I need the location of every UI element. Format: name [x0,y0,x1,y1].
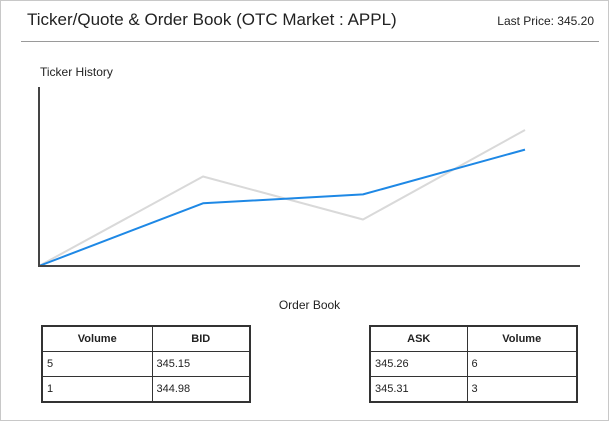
series-layer [38,129,526,267]
table-header-row: ASK Volume [369,325,578,352]
table-row: 345.26 6 [369,351,578,377]
series-line-0 [38,148,526,267]
order-book-panel: Ticker/Quote & Order Book (OTC Market : … [0,0,609,421]
column-header: Volume [41,325,153,352]
ask-volume-cell: 3 [466,376,578,403]
ask-table: ASK Volume 345.26 6 345.31 3 [369,325,578,403]
column-header: ASK [369,325,468,352]
table-header-row: Volume BID [41,325,251,352]
ask-volume-cell: 6 [466,351,578,377]
bid-volume-cell: 1 [41,376,153,403]
bid-volume-cell: 5 [41,351,153,377]
ask-price-cell: 345.31 [369,376,468,403]
table-row: 345.31 3 [369,376,578,403]
bid-price-cell: 344.98 [151,376,251,403]
order-book-title: Order Book [278,298,341,312]
table-row: 1 344.98 [41,376,251,403]
column-header: BID [151,325,251,352]
column-header: Volume [466,325,578,352]
bid-price-cell: 345.15 [151,351,251,377]
ask-price-cell: 345.26 [369,351,468,377]
bid-table: Volume BID 5 345.15 1 344.98 [41,325,251,403]
table-row: 5 345.15 [41,351,251,377]
